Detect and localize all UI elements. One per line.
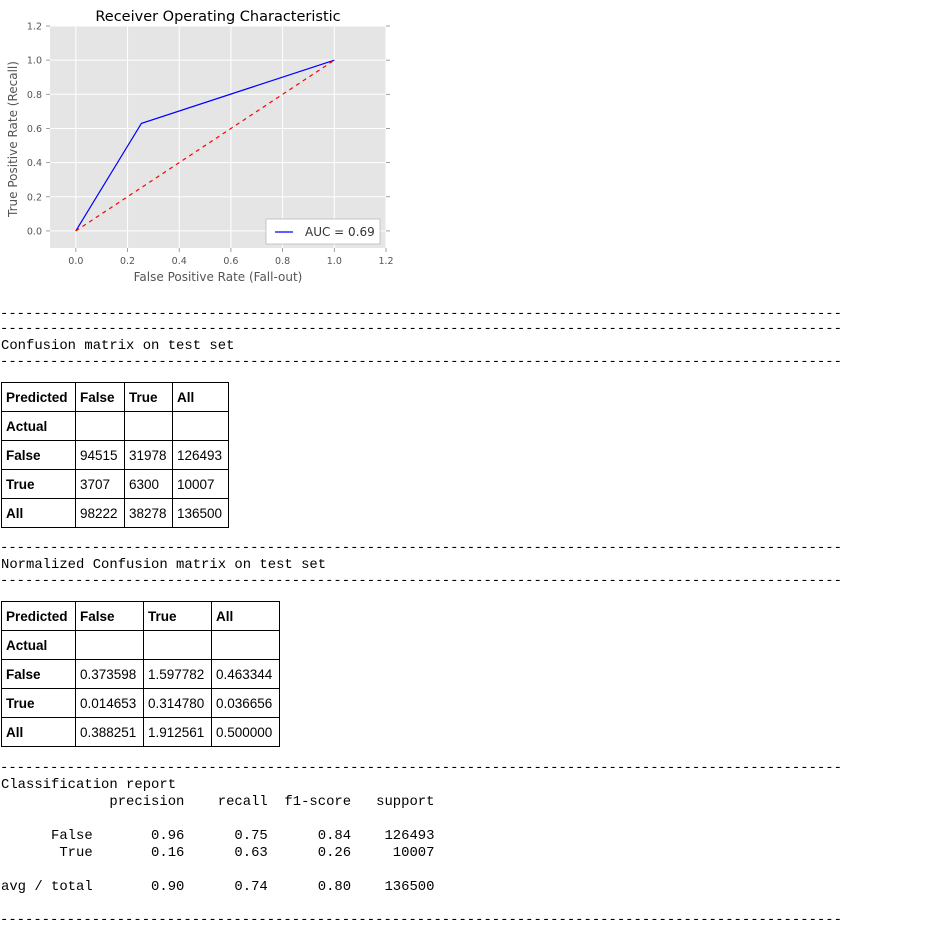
table-row: False 0.373598 1.597782 0.463344 <box>1 659 280 689</box>
chart-legend: AUC = 0.69 <box>265 218 381 245</box>
chart-title: Receiver Operating Characteristic <box>95 9 340 25</box>
x-tick-label: 1.0 <box>327 256 342 267</box>
table-cell: 0.014653 <box>75 688 144 718</box>
table-cell-empty <box>172 411 229 441</box>
table-cell: 136500 <box>172 498 229 528</box>
table-row: All 98222 38278 136500 <box>1 498 229 528</box>
table-cell: 31978 <box>124 440 173 470</box>
table-cell: 94515 <box>75 440 125 470</box>
table-cell: 1.597782 <box>143 659 212 689</box>
table-cell-empty <box>75 411 125 441</box>
report-header-row: precision recall f1-score support <box>1 794 435 810</box>
row-label: All <box>1 717 76 747</box>
index-label-actual: Actual <box>1 630 76 660</box>
table-cell: 0.463344 <box>211 659 280 689</box>
table-index-row: Actual <box>1 411 229 441</box>
row-label: False <box>1 440 76 470</box>
row-label: True <box>1 688 76 718</box>
y-tick-label: 0.0 <box>27 226 42 237</box>
table-index-row: Actual <box>1 630 280 660</box>
y-tick-label: 0.6 <box>27 124 42 135</box>
separator-line: ----------------------------------------… <box>0 540 841 556</box>
table-cell-empty <box>124 411 173 441</box>
classification-report-heading: Classification report <box>1 777 177 793</box>
y-tick-label: 1.2 <box>27 22 42 33</box>
report-row-true: True 0.16 0.63 0.26 10007 <box>1 845 435 861</box>
separator-line: ----------------------------------------… <box>0 321 841 337</box>
separator-line: ----------------------------------------… <box>0 760 841 776</box>
report-row-false: False 0.96 0.75 0.84 126493 <box>1 828 435 844</box>
x-tick-label: 0.6 <box>223 256 238 267</box>
table-row: True 0.014653 0.314780 0.036656 <box>1 688 280 718</box>
x-tick-label: 0.2 <box>120 256 135 267</box>
y-tick-label: 0.4 <box>27 158 42 169</box>
header-false: False <box>75 601 144 631</box>
y-tick-label: 0.8 <box>27 90 42 101</box>
header-true: True <box>143 601 212 631</box>
report-row-avg-total: avg / total 0.90 0.74 0.80 136500 <box>1 879 435 895</box>
header-predicted: Predicted <box>1 601 76 631</box>
table-cell: 6300 <box>124 469 173 499</box>
normalized-matrix-heading: Normalized Confusion matrix on test set <box>1 557 327 573</box>
table-cell-empty <box>211 630 280 660</box>
x-axis-label: False Positive Rate (Fall-out) <box>134 270 303 284</box>
x-tick-label: 0.4 <box>172 256 187 267</box>
table-cell: 3707 <box>75 469 125 499</box>
table-cell: 0.036656 <box>211 688 280 718</box>
separator-line: ----------------------------------------… <box>0 573 841 589</box>
header-all: All <box>211 601 280 631</box>
separator-line: ----------------------------------------… <box>0 354 841 370</box>
header-predicted: Predicted <box>1 382 76 412</box>
row-label: All <box>1 498 76 528</box>
y-tick-label: 1.0 <box>27 56 42 67</box>
table-row: False 94515 31978 126493 <box>1 440 229 470</box>
table-cell: 0.373598 <box>75 659 144 689</box>
table-cell: 126493 <box>172 440 229 470</box>
table-row: True 3707 6300 10007 <box>1 469 229 499</box>
index-label-actual: Actual <box>1 411 76 441</box>
y-axis-label: True Positive Rate (Recall) <box>6 61 20 218</box>
table-cell: 0.314780 <box>143 688 212 718</box>
table-cell: 0.500000 <box>211 717 280 747</box>
roc-chart: 0.0 0.2 0.4 0.6 0.8 1.0 1.2 0.0 0.2 0.4 0.6 0.8 1.0 1… <box>6 9 394 284</box>
row-label: False <box>1 659 76 689</box>
normalized-matrix-table: Predicted False True All Actual False 0.… <box>1 601 280 747</box>
x-tick-label: 1.2 <box>378 256 393 267</box>
table-cell: 38278 <box>124 498 173 528</box>
table-cell-empty <box>75 630 144 660</box>
x-tick-label: 0.8 <box>275 256 290 267</box>
separator-line: ----------------------------------------… <box>0 306 841 322</box>
table-header-row: Predicted False True All <box>1 382 229 412</box>
x-tick-label: 0.0 <box>68 256 83 267</box>
table-cell-empty <box>143 630 212 660</box>
table-header-row: Predicted False True All <box>1 601 280 631</box>
confusion-matrix-heading: Confusion matrix on test set <box>1 338 235 354</box>
confusion-matrix-table: Predicted False True All Actual False 94… <box>1 382 229 528</box>
y-tick-label: 0.2 <box>27 192 42 203</box>
table-cell: 10007 <box>172 469 229 499</box>
table-cell: 1.912561 <box>143 717 212 747</box>
table-cell: 98222 <box>75 498 125 528</box>
legend-label: AUC = 0.69 <box>305 225 375 239</box>
table-row: All 0.388251 1.912561 0.500000 <box>1 717 280 747</box>
header-all: All <box>172 382 229 412</box>
row-label: True <box>1 469 76 499</box>
table-cell: 0.388251 <box>75 717 144 747</box>
header-false: False <box>75 382 125 412</box>
header-true: True <box>124 382 173 412</box>
separator-line: ----------------------------------------… <box>0 912 841 928</box>
